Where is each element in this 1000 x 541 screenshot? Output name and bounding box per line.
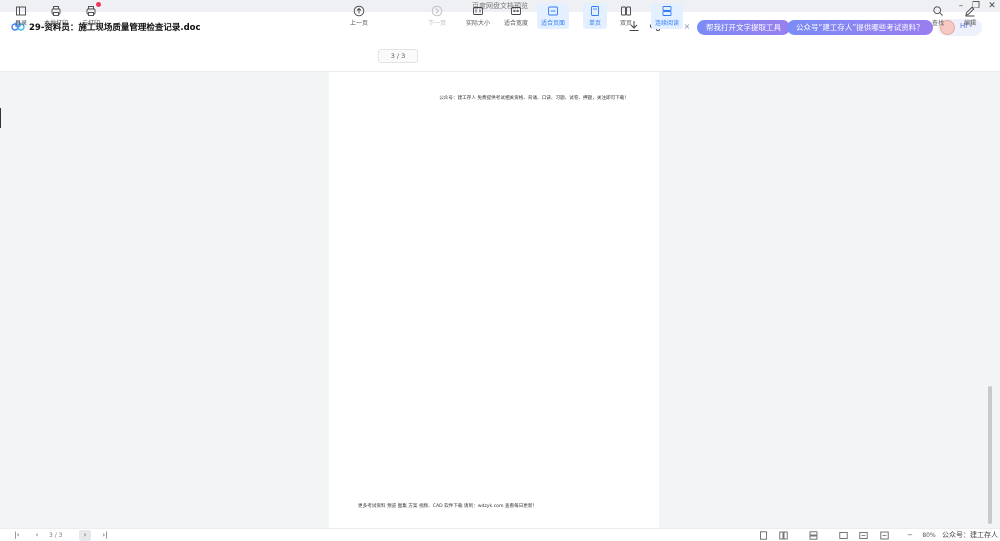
single-page-icon [591, 6, 599, 16]
fit-width-icon [511, 7, 521, 15]
local-print-label: 本地打印 [43, 20, 68, 27]
watermark-text: 公众号：建工存人 [942, 531, 998, 539]
search-icon [933, 6, 943, 16]
new-badge-dot [96, 2, 101, 7]
promo-close-button[interactable]: × [682, 22, 692, 32]
vertical-scrollbar-thumb[interactable] [988, 386, 992, 524]
fit-width-button[interactable]: 适合宽度 [501, 3, 531, 29]
local-print-button[interactable]: 本地打印 [42, 3, 70, 29]
fit-page-button[interactable]: 适合页面 [537, 3, 569, 29]
status-double-page-icon[interactable] [779, 531, 788, 540]
status-page-indicator: 3 / 3 [49, 532, 63, 539]
page-header-text: 公众号：建工存人 免费提供考试相关资格、背诵、口诀、习题、试卷、押题，关注即可下… [439, 96, 629, 101]
fit-page-label: 适合页面 [540, 20, 565, 27]
search-button[interactable]: 查找 [927, 3, 949, 29]
outline-button[interactable]: 目录 [10, 3, 32, 29]
last-page-button[interactable]: ›| [98, 529, 112, 541]
continuous-read-label: 连续阅读 [654, 20, 679, 27]
actual-size-button[interactable]: 实际大小 [463, 3, 493, 29]
double-page-label: 双页 [619, 20, 632, 27]
status-fit-page-icon[interactable] [880, 531, 889, 540]
single-page-button[interactable]: 单页 [583, 3, 607, 29]
window-titlebar: 百度网盘文档预览 – ❐ ✕ [0, 0, 1000, 12]
zoom-out-button[interactable]: − [904, 529, 916, 541]
search-label: 查找 [931, 20, 944, 27]
close-window-button[interactable]: ✕ [984, 0, 1000, 12]
outline-icon [16, 6, 26, 16]
status-single-page-icon[interactable] [759, 531, 768, 540]
printer-icon [51, 6, 61, 16]
document-page[interactable]: 公众号：建工存人 免费提供考试相关资格、背诵、口诀、习题、试卷、押题，关注即可下… [329, 72, 659, 528]
status-next-button[interactable]: › [79, 530, 91, 541]
status-continuous-icon[interactable] [809, 531, 818, 540]
first-page-button[interactable]: |‹ [10, 529, 24, 541]
text-cursor [0, 108, 1, 128]
actual-size-icon [473, 7, 483, 15]
cloud-printer-icon [86, 6, 96, 16]
cloud-print-button[interactable]: 云打印 [79, 2, 103, 29]
prev-page-icon [353, 5, 365, 17]
page-footer-text: 更多考试资料 预览 图集 方案 视频、CAD 软件下载 请到：wdzyk.com… [358, 504, 538, 509]
prev-page-label: 上一页 [349, 20, 368, 27]
continuous-read-button[interactable]: 连续阅读 [651, 3, 683, 29]
double-page-button[interactable]: 双页 [614, 3, 638, 29]
text-extract-pill[interactable]: 帮我打开文字提取工具 [697, 20, 790, 35]
status-prev-button[interactable]: ‹ [31, 529, 43, 541]
viewer-toolbar [0, 42, 1000, 72]
outline-label: 目录 [14, 20, 27, 27]
double-page-icon [621, 6, 631, 16]
zoom-level[interactable]: 80% [920, 529, 938, 541]
status-actual-size-icon[interactable] [839, 531, 848, 540]
status-fit-width-icon[interactable] [859, 531, 868, 540]
edit-button[interactable]: 编辑 [959, 3, 981, 29]
fit-page-icon [548, 6, 558, 16]
single-page-label: 单页 [588, 20, 601, 27]
next-page-label: 下一页 [427, 20, 446, 27]
next-page-button[interactable]: 下一页 [425, 3, 449, 29]
app-title: 百度网盘文档预览 [472, 2, 528, 10]
status-bar: |‹ ‹ 3 / 3 › ›| − 80% 公众号：建工存人 [0, 528, 1000, 541]
continuous-icon [662, 6, 672, 16]
actual-size-label: 实际大小 [465, 20, 490, 27]
edit-label: 编辑 [963, 20, 976, 27]
page-number-input[interactable]: 3 / 3 [378, 49, 418, 63]
exam-material-pill[interactable]: 公众号“建工存人”提供哪些考试资料？ [787, 20, 933, 35]
prev-page-button[interactable]: 上一页 [347, 3, 371, 29]
edit-icon [965, 6, 975, 17]
cloud-print-label: 云打印 [81, 20, 100, 27]
next-page-icon [431, 5, 443, 17]
fit-width-label: 适合宽度 [503, 20, 528, 27]
